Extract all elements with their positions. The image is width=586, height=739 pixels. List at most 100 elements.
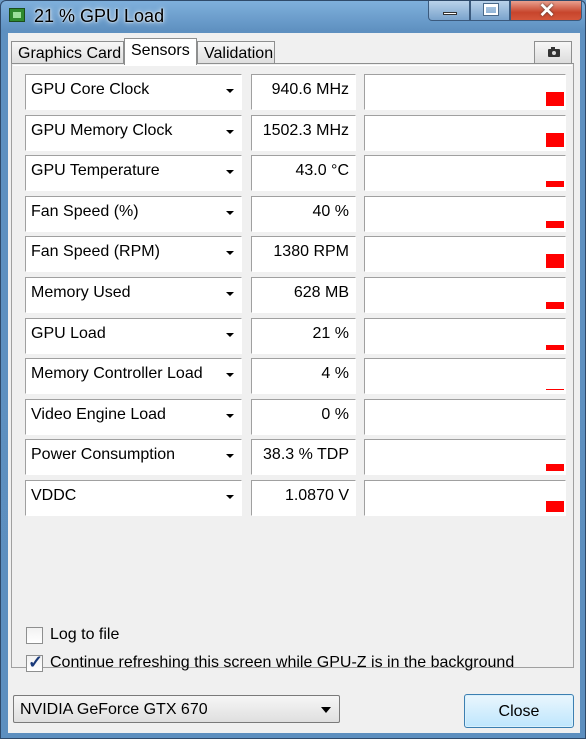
sensor-value: 1502.3 MHz	[251, 114, 356, 151]
maximize-button[interactable]	[470, 1, 510, 21]
tab-validation[interactable]: Validation	[197, 41, 275, 65]
screenshot-button[interactable]	[534, 41, 572, 63]
dropdown-arrow-icon[interactable]	[226, 373, 234, 378]
chevron-down-icon	[321, 707, 331, 713]
sensor-row: VDDC 1.0870 V	[13, 480, 576, 516]
sensor-graph-bar	[546, 220, 564, 228]
sensor-value: 940.6 MHz	[251, 74, 356, 110]
window-title: 21 % GPU Load	[34, 6, 165, 26]
sensor-graph-bar	[546, 132, 564, 147]
tab-graphics-card[interactable]: Graphics Card	[11, 41, 124, 65]
sensor-value: 21 %	[251, 317, 356, 354]
dropdown-arrow-icon[interactable]	[226, 332, 234, 337]
sensor-value: 1.0870 V	[251, 480, 356, 516]
sensor-graph[interactable]	[364, 155, 566, 192]
dropdown-arrow-icon[interactable]	[226, 454, 234, 459]
sensor-row: GPU Core Clock 940.6 MHz	[13, 74, 576, 110]
sensor-name-dropdown[interactable]: Fan Speed (%)	[25, 195, 242, 232]
sensor-graph-bar	[546, 302, 564, 309]
sensor-graph[interactable]	[364, 317, 566, 354]
sensor-row: Memory Controller Load 4 %	[13, 358, 576, 395]
dropdown-arrow-icon[interactable]	[226, 413, 234, 418]
sensor-name: GPU Load	[31, 324, 106, 342]
camera-icon	[548, 47, 560, 57]
sensor-row: Fan Speed (RPM) 1380 RPM	[13, 236, 576, 273]
title-bar[interactable]: 21 % GPU Load ✕	[1, 0, 586, 33]
sensor-value: 4 %	[251, 358, 356, 395]
sensor-graph-bar	[546, 389, 564, 391]
sensor-name-dropdown[interactable]: GPU Core Clock	[25, 74, 242, 110]
sensor-graph-bar	[546, 254, 564, 269]
sensor-graph-bar	[546, 464, 564, 472]
sensor-name: Video Engine Load	[31, 405, 166, 423]
sensor-row: Fan Speed (%) 40 %	[13, 195, 576, 232]
sensor-value: 43.0 °C	[251, 155, 356, 192]
sensor-name: GPU Temperature	[31, 162, 160, 180]
sensor-value: 0 %	[251, 398, 356, 435]
gpu-selector[interactable]: NVIDIA GeForce GTX 670	[13, 695, 340, 723]
sensor-graph[interactable]	[364, 398, 566, 435]
sensor-name: Memory Controller Load	[31, 365, 203, 383]
continue-refreshing-checkbox[interactable]: ✓	[26, 652, 44, 672]
sensors-panel: GPU Core Clock 940.6 MHz GPU Memory Clock 1…	[11, 63, 574, 668]
sensor-name: VDDC	[31, 487, 77, 504]
window-close-button[interactable]: ✕	[510, 0, 582, 22]
maximize-icon	[483, 3, 499, 16]
sensor-list: GPU Core Clock 940.6 MHz GPU Memory Clock 1…	[13, 65, 572, 666]
sensor-name-dropdown[interactable]: Video Engine Load	[25, 398, 242, 435]
minimize-button[interactable]	[428, 1, 470, 21]
sensor-value: 38.3 % TDP	[251, 439, 356, 476]
dropdown-arrow-icon[interactable]	[226, 210, 234, 215]
sensor-graph-bar	[546, 181, 564, 188]
sensor-graph[interactable]	[364, 74, 566, 110]
log-to-file-label: Log to file	[50, 626, 120, 643]
minimize-icon	[443, 12, 457, 15]
dropdown-arrow-icon[interactable]	[226, 495, 234, 499]
sensor-row: GPU Memory Clock 1502.3 MHz	[13, 114, 576, 151]
sensor-value: 1380 RPM	[251, 236, 356, 273]
dropdown-arrow-icon[interactable]	[226, 129, 234, 134]
sensor-name-dropdown[interactable]: Memory Used	[25, 277, 242, 313]
sensor-name-dropdown[interactable]: Power Consumption	[25, 439, 242, 476]
client-area: Graphics Card Sensors Validation GPU Cor…	[8, 33, 580, 733]
sensor-row: GPU Temperature 43.0 °C	[13, 155, 576, 192]
sensor-row: Power Consumption 38.3 % TDP	[13, 439, 576, 476]
sensor-name: Fan Speed (%)	[31, 202, 139, 220]
gpu-selector-value: NVIDIA GeForce GTX 670	[20, 701, 208, 718]
sensor-graph[interactable]	[364, 236, 566, 273]
sensor-name: GPU Core Clock	[31, 81, 150, 98]
sensor-value: 628 MB	[251, 277, 356, 313]
sensor-row: GPU Load 21 %	[13, 317, 576, 354]
sensor-name-dropdown[interactable]: GPU Temperature	[25, 155, 242, 192]
close-icon: ✕	[538, 0, 556, 22]
sensor-graph-bar	[546, 92, 564, 106]
gpuz-window: 21 % GPU Load ✕ Graphics Card Sensors Va…	[0, 0, 586, 739]
sensor-name-dropdown[interactable]: GPU Memory Clock	[25, 114, 242, 151]
tab-sensors[interactable]: Sensors	[124, 38, 197, 65]
sensor-row: Memory Used 628 MB	[13, 277, 576, 313]
sensor-name-dropdown[interactable]: Fan Speed (RPM)	[25, 236, 242, 273]
sensor-graph[interactable]	[364, 114, 566, 151]
close-button[interactable]: Close	[464, 694, 574, 728]
sensor-name-dropdown[interactable]: Memory Controller Load	[25, 358, 242, 395]
sensor-row: Video Engine Load 0 %	[13, 398, 576, 435]
sensor-graph[interactable]	[364, 358, 566, 395]
sensor-graph[interactable]	[364, 480, 566, 516]
sensor-name-dropdown[interactable]: VDDC	[25, 480, 242, 516]
sensor-name: Memory Used	[31, 284, 131, 301]
sensor-graph-bar	[546, 501, 564, 512]
sensor-graph-bar	[546, 344, 564, 350]
dropdown-arrow-icon[interactable]	[226, 292, 234, 296]
dropdown-arrow-icon[interactable]	[226, 89, 234, 93]
sensor-name: GPU Memory Clock	[31, 121, 173, 139]
checkmark-icon: ✓	[28, 652, 44, 672]
continue-refreshing-label: Continue refreshing this screen while GP…	[50, 654, 515, 671]
sensor-graph[interactable]	[364, 277, 566, 313]
dropdown-arrow-icon[interactable]	[226, 251, 234, 256]
sensor-graph[interactable]	[364, 439, 566, 476]
gpuz-app-icon[interactable]	[9, 8, 25, 22]
sensor-graph[interactable]	[364, 195, 566, 232]
log-to-file-checkbox[interactable]	[26, 627, 43, 644]
dropdown-arrow-icon[interactable]	[226, 170, 234, 175]
sensor-name-dropdown[interactable]: GPU Load	[25, 317, 242, 354]
